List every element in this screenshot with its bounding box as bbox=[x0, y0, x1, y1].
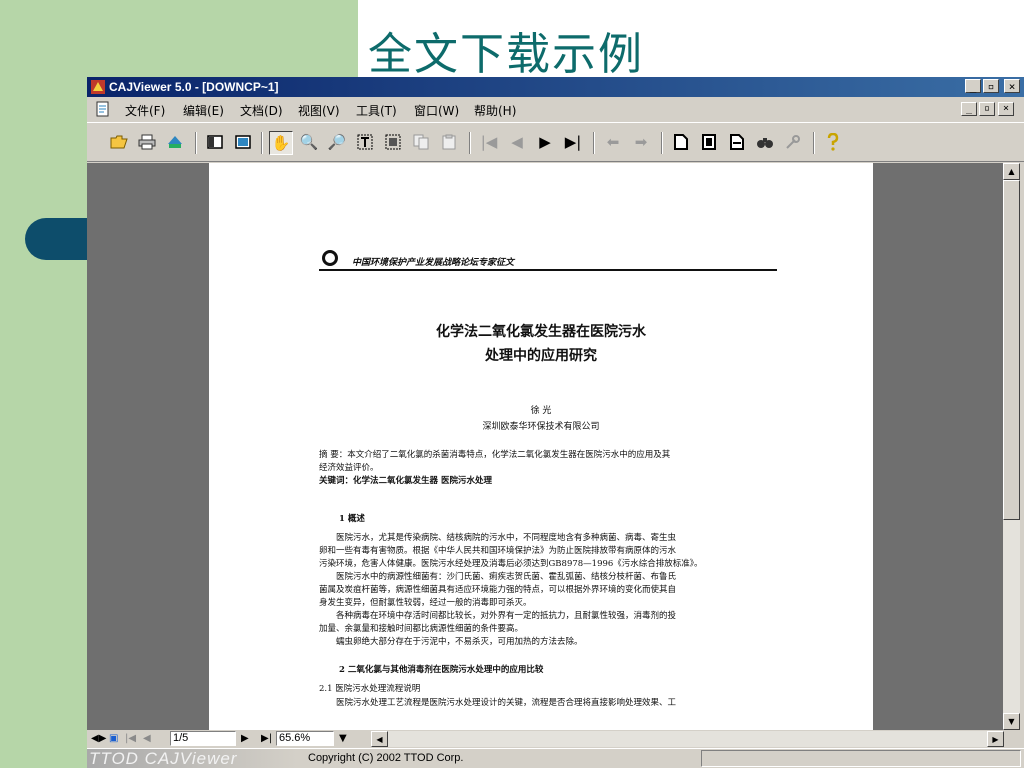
download-icon[interactable] bbox=[165, 132, 185, 152]
journal-header: 中国环境保护产业发展战略论坛专家征文 bbox=[352, 258, 515, 268]
copy-icon[interactable] bbox=[411, 132, 431, 152]
zoom-field[interactable]: 65.6% bbox=[276, 731, 334, 746]
zoom-out-icon[interactable]: 🔎 bbox=[327, 132, 347, 152]
copyright-text: Copyright (C) 2002 TTOD Corp. bbox=[308, 752, 464, 764]
nav-next-icon[interactable]: ▶ bbox=[241, 733, 249, 744]
nav-last-icon[interactable]: ▶| bbox=[261, 733, 272, 744]
nav-first-icon[interactable]: |◀ bbox=[125, 733, 136, 744]
horizontal-scrollbar[interactable]: ◀ ▶ bbox=[371, 731, 1004, 747]
document-page: 中国环境保护产业发展战略论坛专家征文 化学法二氧化氯发生器在医院污水 处理中的应… bbox=[209, 163, 873, 730]
zoom-in-icon[interactable]: 🔍 bbox=[299, 132, 319, 152]
single-page-icon[interactable]: ▣ bbox=[109, 733, 118, 744]
doc-close-button[interactable]: × bbox=[998, 102, 1014, 116]
title-bar: CAJViewer 5.0 - [DOWNCP~1] _ ▫ × bbox=[87, 77, 1024, 97]
body-paragraph: 医院污水，尤其是传染病院、结核病院的污水中，不同程度地含有多种病菌、病毒、寄生虫… bbox=[319, 533, 703, 647]
menu-view[interactable]: 视图(V) bbox=[298, 102, 340, 119]
status-panel bbox=[701, 750, 1021, 767]
next-page-icon[interactable]: ▶ bbox=[535, 132, 555, 152]
fit-width-icon[interactable] bbox=[727, 132, 747, 152]
open-folder-icon[interactable] bbox=[109, 132, 129, 152]
menu-tools[interactable]: 工具(T) bbox=[356, 102, 397, 119]
select-text-icon[interactable] bbox=[355, 132, 375, 152]
view-toggle-icon[interactable]: ◀▶ bbox=[91, 733, 106, 744]
minimize-button[interactable]: _ bbox=[965, 79, 981, 93]
section-heading: 1 概述 bbox=[339, 514, 365, 524]
journal-logo bbox=[322, 250, 338, 266]
print-icon[interactable] bbox=[137, 132, 157, 152]
menu-bar: 文件(F) 编辑(E) 文档(D) 视图(V) 工具(T) 窗口(W) 帮助(H… bbox=[87, 98, 1024, 120]
section-heading: 2 二氧化氯与其他消毒剂在医院污水处理中的应用比较 bbox=[339, 665, 544, 675]
paper-title-line1: 化学法二氧化氯发生器在医院污水 bbox=[436, 324, 646, 340]
menu-file[interactable]: 文件(F) bbox=[125, 102, 165, 119]
paper-title-line2: 处理中的应用研究 bbox=[485, 348, 597, 364]
first-page-icon[interactable]: |◀ bbox=[479, 132, 499, 152]
document-viewport[interactable]: 中国环境保护产业发展战略论坛专家征文 化学法二氧化氯发生器在医院污水 处理中的应… bbox=[87, 163, 1003, 730]
settings-icon[interactable] bbox=[783, 132, 803, 152]
select-image-icon[interactable] bbox=[383, 132, 403, 152]
vertical-scrollbar[interactable]: ▲ ▼ bbox=[1003, 163, 1020, 730]
nav-prev-icon[interactable]: ◀ bbox=[143, 733, 151, 744]
document-icon[interactable] bbox=[95, 101, 111, 117]
menu-window[interactable]: 窗口(W) bbox=[414, 102, 459, 119]
header-rule bbox=[319, 269, 777, 271]
status-bar: TTOD CAJViewer Copyright (C) 2002 TTOD C… bbox=[87, 748, 1024, 768]
page-icon[interactable] bbox=[671, 132, 691, 152]
help-icon[interactable] bbox=[823, 132, 843, 152]
toolbar: ✋ 🔍 🔎 |◀ ◀ ▶ ▶| ⬅ ➡ bbox=[87, 122, 1024, 162]
hand-tool-icon[interactable]: ✋ bbox=[269, 131, 293, 155]
brand-label: TTOD CAJViewer bbox=[87, 749, 297, 768]
cajviewer-window: CAJViewer 5.0 - [DOWNCP~1] _ ▫ × 文件(F) 编… bbox=[87, 77, 1024, 768]
find-icon[interactable] bbox=[755, 132, 775, 152]
back-icon[interactable]: ⬅ bbox=[603, 132, 623, 152]
subsection-heading: 2.1 医院污水处理流程说明 bbox=[319, 684, 421, 694]
page-number-field[interactable]: 1/5 bbox=[170, 731, 236, 746]
window-title: CAJViewer 5.0 - [DOWNCP~1] bbox=[109, 80, 279, 94]
slide-decoration bbox=[25, 218, 95, 260]
scroll-up-icon[interactable]: ▲ bbox=[1003, 163, 1020, 180]
doc-minimize-button[interactable]: _ bbox=[961, 102, 977, 116]
full-page-icon[interactable] bbox=[233, 132, 253, 152]
thumbnail-panel-icon[interactable] bbox=[205, 132, 225, 152]
doc-restore-button[interactable]: ▫ bbox=[979, 102, 995, 116]
paper-author: 徐 光 bbox=[530, 406, 552, 416]
last-page-icon[interactable]: ▶| bbox=[563, 132, 583, 152]
abstract: 摘 要：本文介绍了二氧化氯的杀菌消毒特点，化学法二氧化氯发生器在医院污水中的应用… bbox=[319, 450, 671, 486]
maximize-button[interactable]: ▫ bbox=[983, 79, 999, 93]
scroll-right-icon[interactable]: ▶ bbox=[987, 731, 1004, 747]
menu-document[interactable]: 文档(D) bbox=[240, 102, 283, 119]
slide-title: 全文下载示例 bbox=[368, 29, 644, 80]
paper-affiliation: 深圳欧泰华环保技术有限公司 bbox=[482, 422, 600, 432]
menu-edit[interactable]: 编辑(E) bbox=[183, 102, 224, 119]
forward-icon[interactable]: ➡ bbox=[631, 132, 651, 152]
scroll-left-icon[interactable]: ◀ bbox=[371, 731, 388, 747]
navigation-bar: ◀▶ ▣ |◀ ◀ 1/5 ▶ ▶| 65.6% ▼ ◀ ▶ bbox=[87, 730, 1024, 748]
body-paragraph: 医院污水处理工艺流程是医院污水处理设计的关键，流程是否合理将直接影响处理效果、工 bbox=[336, 698, 677, 708]
close-button[interactable]: × bbox=[1004, 79, 1020, 93]
menu-help[interactable]: 帮助(H) bbox=[474, 102, 516, 119]
app-icon bbox=[91, 80, 105, 94]
zoom-dropdown-icon[interactable]: ▼ bbox=[339, 733, 347, 744]
fit-page-icon[interactable] bbox=[699, 132, 719, 152]
scroll-thumb[interactable] bbox=[1003, 180, 1020, 520]
previous-page-icon[interactable]: ◀ bbox=[507, 132, 527, 152]
paste-icon[interactable] bbox=[439, 132, 459, 152]
scroll-down-icon[interactable]: ▼ bbox=[1003, 713, 1020, 730]
